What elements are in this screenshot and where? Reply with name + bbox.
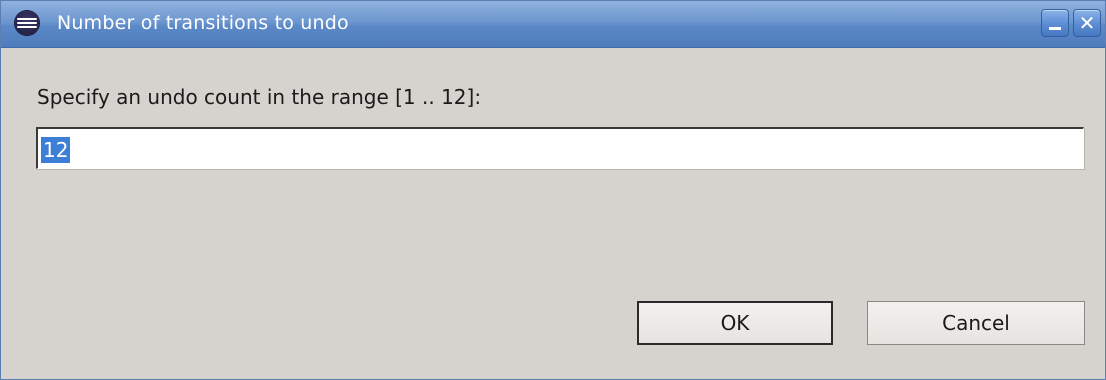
dialog-window: Number of transitions to undo ✕ Specify … [0, 0, 1106, 380]
minimize-button[interactable] [1041, 9, 1069, 37]
ok-button[interactable]: OK [637, 301, 833, 345]
window-title: Number of transitions to undo [57, 12, 349, 34]
close-icon: ✕ [1078, 11, 1096, 35]
minimize-icon [1049, 27, 1061, 30]
title-bar[interactable]: Number of transitions to undo ✕ [1, 1, 1105, 48]
close-button[interactable]: ✕ [1073, 9, 1101, 37]
prompt-label: Specify an undo count in the range [1 ..… [37, 85, 482, 109]
cancel-button[interactable]: Cancel [867, 301, 1085, 345]
eclipse-app-icon [15, 11, 39, 35]
input-selected-text: 12 [41, 137, 71, 163]
undo-count-input[interactable]: 12 [36, 127, 1084, 169]
